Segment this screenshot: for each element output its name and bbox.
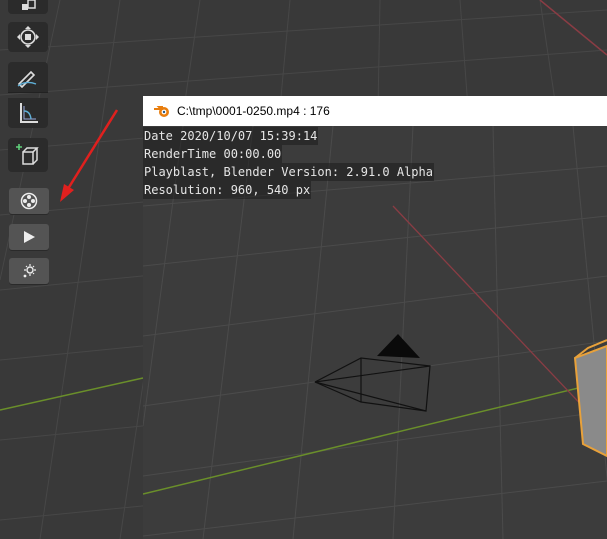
blender-3d-viewport[interactable]: C:\tmp\0001-0250.mp4 : 176 Date 2020/10/… — [0, 0, 607, 539]
film-reel-icon — [20, 192, 38, 210]
scale-tool[interactable] — [8, 0, 48, 14]
camera-up-triangle — [377, 334, 420, 358]
annotate-tool[interactable] — [8, 62, 48, 92]
measure-ruler-icon — [20, 103, 38, 123]
playblast-viewer-window[interactable]: C:\tmp\0001-0250.mp4 : 176 Date 2020/10/… — [143, 96, 607, 539]
measure-tool[interactable] — [8, 98, 48, 128]
transform-icon — [17, 26, 39, 48]
overlay-resolution: Resolution: 960, 540 px — [143, 181, 312, 199]
camera-object — [314, 357, 431, 412]
playblast-frame: Date 2020/10/07 15:39:14 RenderTime 00:0… — [143, 126, 607, 539]
play-icon — [24, 231, 35, 243]
overlay-date: Date 2020/10/07 15:39:14 — [143, 127, 319, 145]
play-button[interactable] — [9, 224, 49, 250]
selected-cube — [573, 339, 607, 458]
blender-logo-icon — [153, 104, 171, 118]
add-cube-tool[interactable] — [8, 138, 48, 172]
viewer-title: C:\tmp\0001-0250.mp4 : 176 — [177, 104, 330, 118]
overlay-version: Playblast, Blender Version: 2.91.0 Alpha — [143, 163, 434, 181]
gear-sparkle-icon — [23, 264, 36, 278]
scale-icon — [22, 0, 36, 10]
viewer-titlebar[interactable]: C:\tmp\0001-0250.mp4 : 176 — [143, 96, 607, 126]
overlay-rendertime: RenderTime 00:00.00 — [143, 145, 283, 163]
add-cube-icon — [16, 144, 39, 165]
playblast-render-button[interactable] — [9, 188, 49, 214]
annotate-pencil-icon — [17, 70, 37, 88]
transform-tool[interactable] — [8, 22, 48, 52]
settings-button[interactable] — [9, 258, 49, 284]
